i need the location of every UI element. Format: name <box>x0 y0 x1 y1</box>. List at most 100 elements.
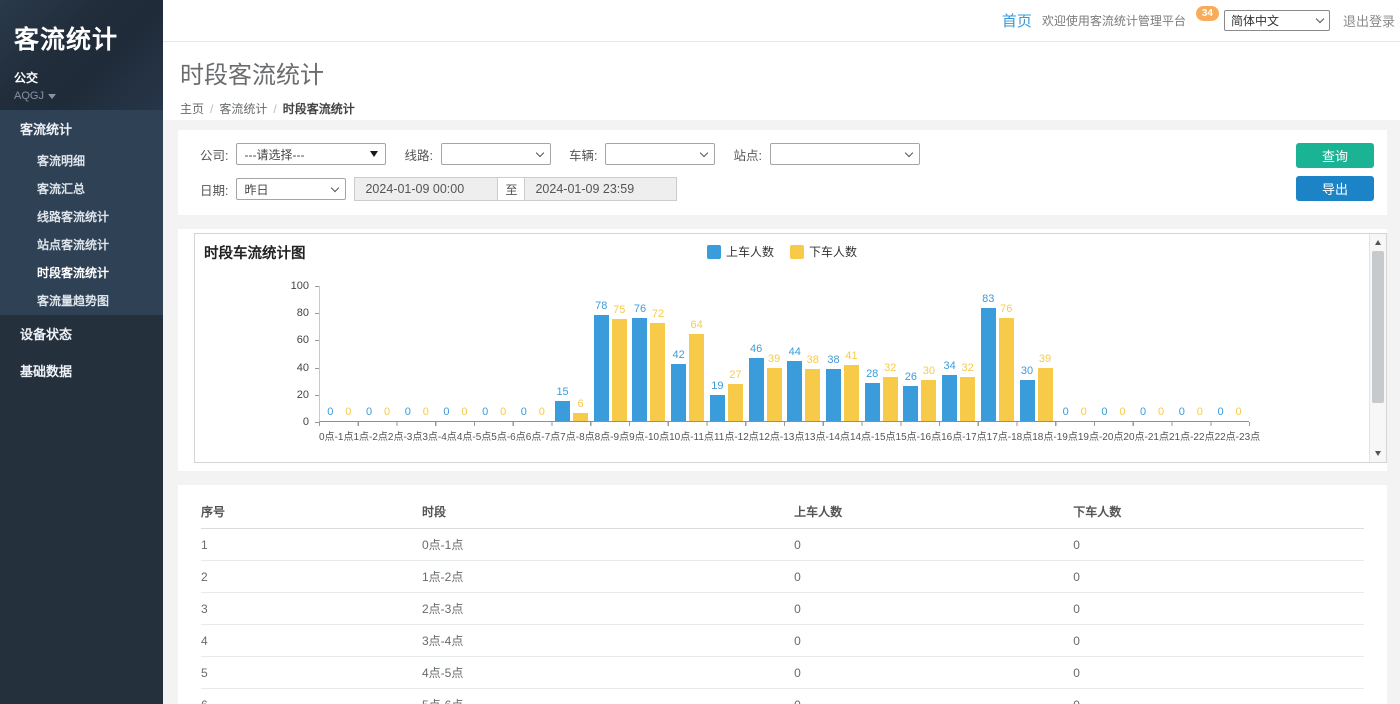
logout-link[interactable]: 退出登录 <box>1343 11 1395 30</box>
bar-group: 00 <box>320 286 359 421</box>
bar-value-label: 6 <box>578 398 584 410</box>
sidebar-subitem[interactable]: 线路客流统计 <box>0 203 163 231</box>
x-tick-label: 0点-1点 <box>319 428 353 443</box>
export-button[interactable]: 导出 <box>1296 176 1374 201</box>
sidebar-item-2[interactable]: 基础数据 <box>0 352 163 389</box>
table-cell: 0 <box>1073 561 1364 593</box>
bar-group: 4438 <box>784 286 823 421</box>
table-header-row: 序号时段上车人数下车人数 <box>201 495 1364 529</box>
x-tick-label: 17点-18点 <box>987 428 1033 443</box>
y-tick-mark <box>315 340 319 341</box>
company-name: 公交 <box>14 69 149 86</box>
date-from-input[interactable]: 2024-01-09 00:00 <box>354 177 498 201</box>
table-cell: 5点-6点 <box>422 689 794 704</box>
x-tick-label: 9点-10点 <box>629 428 669 443</box>
legend-item[interactable]: 上车人数 <box>707 243 774 260</box>
bar-group: 00 <box>1171 286 1210 421</box>
date-preset-value: 昨日 <box>244 181 268 198</box>
breadcrumb: 主页 / 客流统计 / 时段客流统计 <box>180 100 1400 117</box>
app-logo: 客流统计 <box>14 20 149 56</box>
x-tick-label: 16点-17点 <box>941 428 987 443</box>
x-tick-label: 4点-5点 <box>457 428 491 443</box>
sidebar-subitem[interactable]: 站点客流统计 <box>0 231 163 259</box>
table-cell: 0 <box>794 657 1073 689</box>
line-label: 线路: <box>404 145 432 164</box>
chart-box: 时段车流统计图 上车人数下车人数 00000000000015678757672… <box>194 233 1387 463</box>
legend-swatch <box>790 245 804 259</box>
account-name: AQGJ <box>14 90 44 102</box>
station-select[interactable] <box>770 143 920 165</box>
language-select[interactable]: 简体中文 <box>1224 10 1330 31</box>
bar-value-label: 34 <box>943 360 955 372</box>
account-dropdown[interactable]: AQGJ <box>14 90 149 102</box>
legend-swatch <box>707 245 721 259</box>
company-select[interactable]: ---请选择--- <box>236 143 386 165</box>
sidebar-item-1[interactable]: 设备状态 <box>0 315 163 352</box>
x-tick-label: 13点-14点 <box>804 428 850 443</box>
y-tick-mark <box>315 395 319 396</box>
station-label: 站点: <box>733 145 761 164</box>
chevron-down-icon <box>48 94 56 99</box>
table-row: 65点-6点00 <box>201 689 1364 704</box>
table-cell: 0 <box>794 689 1073 704</box>
x-tick-label: 20点-21点 <box>1123 428 1169 443</box>
bar-下车人数: 38 <box>805 369 820 421</box>
table-cell: 3 <box>201 593 422 625</box>
chart-scrollbar[interactable] <box>1369 234 1386 462</box>
bar-下车人数: 30 <box>921 380 936 421</box>
bar-group: 3841 <box>823 286 862 421</box>
breadcrumb-parent[interactable]: 客流统计 <box>219 100 267 117</box>
table-cell: 3点-4点 <box>422 625 794 657</box>
bar-group: 00 <box>397 286 436 421</box>
bar-value-label: 0 <box>521 406 527 418</box>
legend-item[interactable]: 下车人数 <box>790 243 857 260</box>
home-link[interactable]: 首页 <box>1002 10 1032 31</box>
bar-value-label: 0 <box>1197 406 1203 418</box>
bar-group: 4639 <box>746 286 785 421</box>
date-label: 日期: <box>200 180 228 199</box>
chart-plot: 0000000000001567875767242641927463944383… <box>319 286 1249 422</box>
x-tick-label: 19点-20点 <box>1078 428 1124 443</box>
table-cell: 0 <box>1073 689 1364 704</box>
hourly-stats-table: 序号时段上车人数下车人数 10点-1点0021点-2点0032点-3点0043点… <box>201 495 1364 704</box>
table-cell: 1 <box>201 529 422 561</box>
bar-上车人数: 15 <box>555 401 570 421</box>
bar-value-label: 0 <box>461 406 467 418</box>
bar-下车人数: 75 <box>612 319 627 421</box>
bar-下车人数: 32 <box>960 377 975 421</box>
sidebar-subitem[interactable]: 客流汇总 <box>0 175 163 203</box>
query-button[interactable]: 查询 <box>1296 143 1374 168</box>
bar-上车人数: 46 <box>749 358 764 421</box>
vehicle-select[interactable] <box>605 143 715 165</box>
y-tick-mark <box>315 422 319 423</box>
bar-group: 00 <box>359 286 398 421</box>
bar-上车人数: 34 <box>942 375 957 421</box>
scrollbar-down-arrow[interactable] <box>1370 446 1386 461</box>
sidebar-subitem[interactable]: 时段客流统计 <box>0 259 163 287</box>
scrollbar-thumb[interactable] <box>1372 251 1384 403</box>
bar-下车人数: 27 <box>728 384 743 421</box>
date-preset-select[interactable]: 昨日 <box>236 178 346 200</box>
bar-上车人数: 26 <box>903 386 918 421</box>
bar-value-label: 32 <box>884 362 896 374</box>
scrollbar-up-arrow[interactable] <box>1370 235 1386 250</box>
sidebar-subitem[interactable]: 客流量趋势图 <box>0 287 163 315</box>
breadcrumb-home[interactable]: 主页 <box>180 100 204 117</box>
menu-section: 基础数据 <box>0 352 163 389</box>
x-tick-label: 2点-3点 <box>388 428 422 443</box>
y-tick-mark <box>315 368 319 369</box>
bar-下车人数: 41 <box>844 365 859 421</box>
sidebar-subitem[interactable]: 客流明细 <box>0 147 163 175</box>
line-select[interactable] <box>441 143 551 165</box>
y-tick-label: 80 <box>275 307 309 319</box>
sidebar-item-0[interactable]: 客流统计 <box>0 110 163 147</box>
table-row: 54点-5点00 <box>201 657 1364 689</box>
bar-下车人数: 72 <box>650 323 665 421</box>
chevron-down-icon <box>700 148 708 156</box>
date-to-input[interactable]: 2024-01-09 23:59 <box>524 177 677 201</box>
bar-value-label: 0 <box>1235 406 1241 418</box>
table-header-cell: 时段 <box>422 495 794 529</box>
bar-value-label: 32 <box>961 362 973 374</box>
legend-label: 上车人数 <box>726 243 774 260</box>
bar-value-label: 41 <box>845 350 857 362</box>
